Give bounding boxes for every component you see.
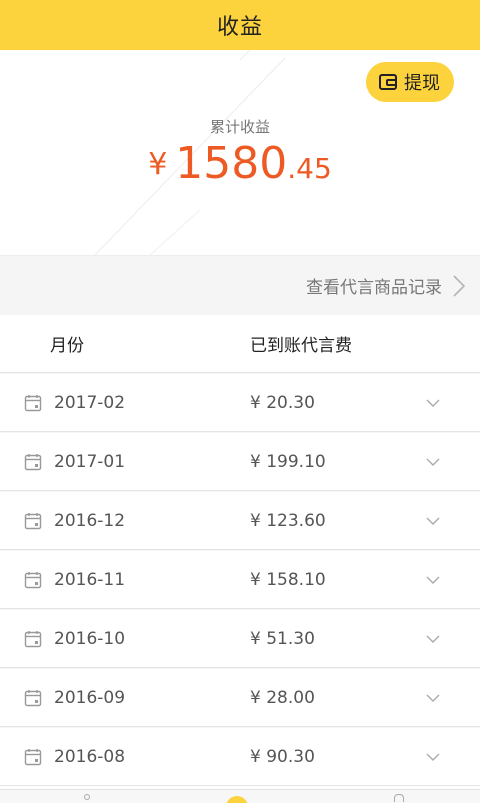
chevron-down-icon[interactable] [426,516,440,526]
calendar-icon [24,570,48,590]
total-earnings-amount: ¥1580.45 [0,138,480,189]
row-month: 2016-12 [54,510,126,531]
tab-icon[interactable] [84,794,90,800]
record-link-label: 查看代言商品记录 [306,278,442,298]
calendar-icon [24,511,48,531]
chevron-down-icon[interactable] [426,457,440,467]
chevron-down-icon[interactable] [426,575,440,585]
table-row[interactable]: 2016-09 ¥ 28.00 [0,668,480,727]
row-amount: ¥ 51.30 [250,628,315,649]
tab-icon[interactable] [394,794,404,802]
calendar-icon [24,747,48,767]
row-month: 2017-02 [54,392,126,413]
calendar-icon [24,688,48,708]
table-row[interactable]: 2017-01 ¥ 199.10 [0,432,480,491]
withdraw-button[interactable]: 提现 [366,62,454,102]
row-amount: ¥ 90.30 [250,746,315,767]
table-header: 月份 已到账代言费 [0,315,480,373]
table-row[interactable]: 2017-02 ¥ 20.30 [0,373,480,432]
row-amount: ¥ 28.00 [250,687,315,708]
table-row[interactable]: 2016-10 ¥ 51.30 [0,609,480,668]
currency-symbol: ¥ [148,147,168,182]
total-amount-decimal: .45 [287,152,332,185]
row-month: 2016-10 [54,628,126,649]
chevron-down-icon[interactable] [426,398,440,408]
total-earnings-label: 累计收益 [209,118,270,136]
table-row[interactable]: 2016-11 ¥ 158.10 [0,550,480,609]
column-header-amount: 已到账代言费 [250,336,352,356]
total-amount-integer: 1580 [175,138,288,189]
row-month: 2016-08 [54,746,126,767]
bottom-tab-bar[interactable] [0,789,480,803]
table-row[interactable]: 2016-12 ¥ 123.60 [0,491,480,550]
withdraw-label: 提现 [404,73,440,94]
row-month: 2016-11 [54,569,126,590]
wallet-icon [379,74,397,90]
row-amount: ¥ 123.60 [250,510,326,531]
calendar-icon [24,452,48,472]
row-amount: ¥ 20.30 [250,392,315,413]
row-amount: ¥ 158.10 [250,569,326,590]
row-month: 2016-09 [54,687,126,708]
nav-header: 收益 [0,0,480,50]
monthly-earnings-list: 2017-02 ¥ 20.30 2017-01 ¥ 199.10 2016-12 ¥ 12… [0,373,480,786]
chevron-down-icon[interactable] [426,693,440,703]
calendar-icon [24,393,48,413]
chevron-down-icon[interactable] [426,634,440,644]
row-month: 2017-01 [54,451,126,472]
page-title: 收益 [216,15,263,40]
chevron-right-icon [453,274,466,297]
table-row[interactable]: 2016-08 ¥ 90.30 [0,727,480,786]
tab-icon[interactable] [226,796,248,803]
chevron-down-icon[interactable] [426,752,440,762]
calendar-icon [24,629,48,649]
view-endorsement-records-link[interactable]: 查看代言商品记录 [0,255,480,315]
column-header-month: 月份 [50,336,84,356]
row-amount: ¥ 199.10 [250,451,326,472]
earnings-summary: 提现 累计收益 ¥1580.45 [0,50,480,255]
